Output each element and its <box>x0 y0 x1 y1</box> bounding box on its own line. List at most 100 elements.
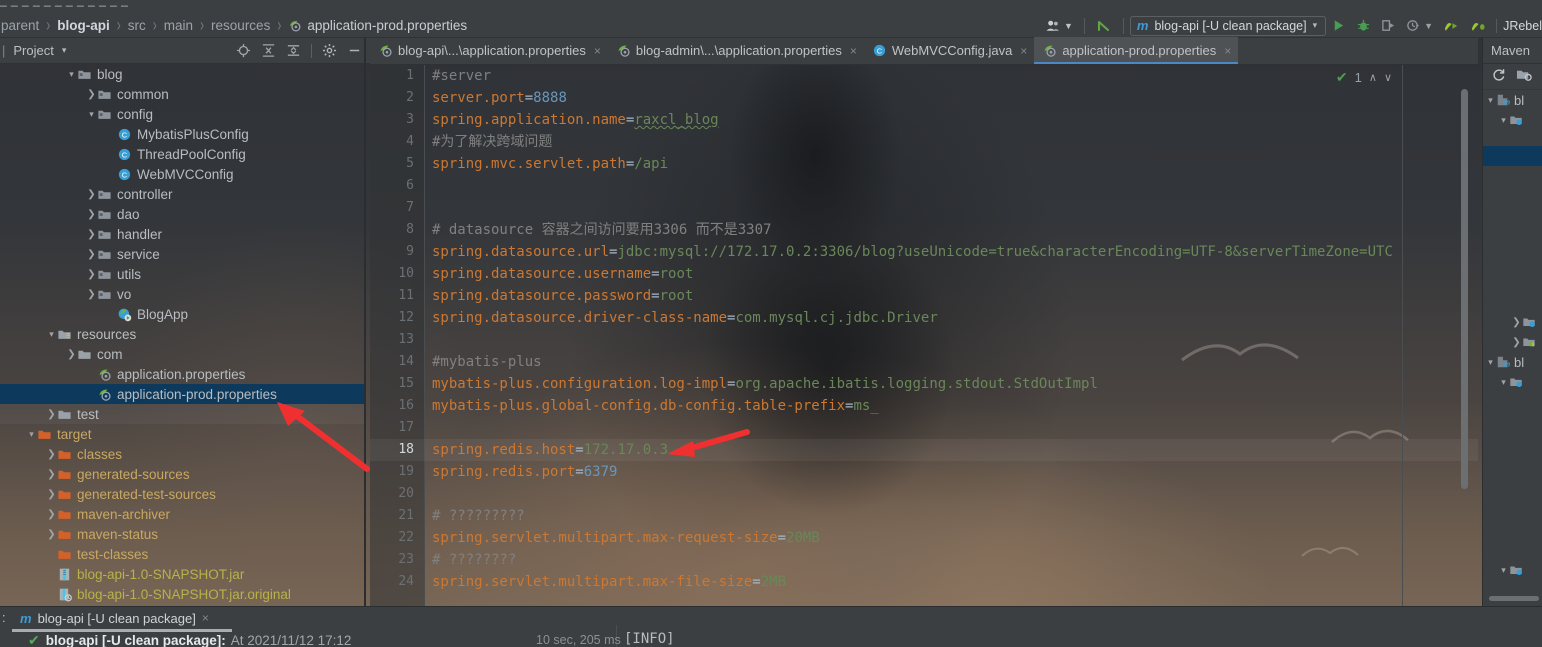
main-menubar[interactable]: _ _ _ _ _ _ _ _ _ _ _ _ <box>0 0 1542 13</box>
breadcrumb-item-main[interactable]: main <box>163 18 194 33</box>
project-tree-item-common[interactable]: ❯ common <box>0 84 364 104</box>
project-tree-item-webmvcconfig[interactable]: C WebMVCConfig <box>0 164 364 184</box>
close-icon[interactable]: × <box>202 611 209 625</box>
editor-line[interactable]: 14 #mybatis-plus <box>370 351 1478 373</box>
project-tree-item-vo[interactable]: ❯ vo <box>0 284 364 304</box>
project-tree-item-application-properties[interactable]: application.properties <box>0 364 364 384</box>
jrebel-debug-button[interactable] <box>1465 13 1492 38</box>
editor-line[interactable]: 13 <box>370 329 1478 351</box>
breadcrumb-item-file[interactable]: application-prod.properties <box>287 18 467 33</box>
project-tree-item-handler[interactable]: ❯ handler <box>0 224 364 244</box>
project-tree-item-service[interactable]: ❯ service <box>0 244 364 264</box>
project-tree-item-mybatisplusconfig[interactable]: C MybatisPlusConfig <box>0 124 364 144</box>
maven-tree-row[interactable]: ❯ <box>1483 312 1542 332</box>
project-tree-item-maven-status[interactable]: ❯ maven-status <box>0 524 364 544</box>
maven-tree-row[interactable]: ▾ <box>1483 110 1542 130</box>
maven-horizontal-scrollbar[interactable] <box>1489 596 1539 601</box>
jrebel-run-button[interactable] <box>1438 13 1465 38</box>
chevron-right-icon[interactable]: ❯ <box>86 229 97 240</box>
project-tree-item-generated-test-sources[interactable]: ❯ generated-test-sources <box>0 484 364 504</box>
profiler-button[interactable]: ▼ <box>1401 13 1438 38</box>
editor-line[interactable]: 12 spring.datasource.driver-class-name=co… <box>370 307 1478 329</box>
editor-line[interactable]: 16 mybatis-plus.global-config.db-config.t… <box>370 395 1478 417</box>
maven-tool-window[interactable]: Maven ▾ ▾ ▾ m bl ❯ ❯ ▾ ▾ m bl <box>1482 38 1542 608</box>
reload-projects-icon[interactable] <box>1491 67 1506 87</box>
chevron-right-icon[interactable]: ❯ <box>46 529 57 540</box>
hide-minus-icon[interactable] <box>347 43 362 58</box>
debug-button[interactable] <box>1351 13 1376 38</box>
close-icon[interactable]: × <box>850 44 857 58</box>
chevron-right-icon[interactable]: ❯ <box>46 469 57 480</box>
vcs-update-button[interactable] <box>1091 13 1117 38</box>
chevron-down-icon[interactable]: ▾ <box>46 329 57 340</box>
chevron-down-icon[interactable]: ▾ <box>1498 565 1509 576</box>
editor-line[interactable]: 8 # datasource 容器之间访问要用3306 而不是3307 <box>370 219 1478 241</box>
editor-line[interactable]: 18 spring.redis.host=172.17.0.3 <box>370 439 1478 461</box>
chevron-down-icon[interactable]: ▾ <box>62 45 67 56</box>
editor-line[interactable]: 7 <box>370 197 1478 219</box>
chevron-right-icon[interactable]: ❯ <box>86 249 97 260</box>
editor-line[interactable]: 24 spring.servlet.multipart.max-file-size… <box>370 571 1478 593</box>
editor-tab-application-prod-properties[interactable]: application-prod.properties × <box>1034 37 1239 64</box>
chevron-right-icon[interactable]: ❯ <box>86 89 97 100</box>
project-tree-item-threadpoolconfig[interactable]: C ThreadPoolConfig <box>0 144 364 164</box>
chevron-down-icon[interactable]: ▾ <box>1485 357 1496 368</box>
editor-line[interactable]: 4 #为了解决跨域问题 <box>370 131 1478 153</box>
chevron-down-icon[interactable]: ▾ <box>1498 115 1509 126</box>
editor-line[interactable]: 19 spring.redis.port=6379 <box>370 461 1478 483</box>
breadcrumb-item-parent[interactable]: parent <box>0 18 40 33</box>
close-icon[interactable]: × <box>1020 44 1027 58</box>
close-icon[interactable]: × <box>1224 44 1231 58</box>
editor-line[interactable]: 5 spring.mvc.servlet.path=/api <box>370 153 1478 175</box>
chevron-right-icon[interactable]: ❯ <box>46 489 57 500</box>
editor-scrollbar[interactable] <box>1461 89 1468 489</box>
project-tree[interactable]: ▾ blog ❯ common ▾ config C MybatisPlusConfig C Th… <box>0 64 364 604</box>
chevron-right-icon[interactable]: ❯ <box>66 349 77 360</box>
inspection-widget[interactable]: ✔ 1 ∧ ∨ <box>1336 69 1392 86</box>
project-tree-item-blog-api-1-0-snapshot-jar[interactable]: blog-api-1.0-SNAPSHOT.jar <box>0 564 364 584</box>
breadcrumb-item-blog-api[interactable]: blog-api <box>56 18 111 33</box>
project-tree-item-blog[interactable]: ▾ blog <box>0 64 364 84</box>
chevron-down-icon[interactable]: ▾ <box>1498 377 1509 388</box>
chevron-down-icon[interactable]: ▾ <box>26 429 37 440</box>
run-tool-tab[interactable]: m blog-api [-U clean package] × <box>20 607 209 629</box>
project-editor-splitter[interactable] <box>364 38 366 608</box>
editor-line[interactable]: 2 server.port=8888 <box>370 87 1478 109</box>
editor-line[interactable]: 17 <box>370 417 1478 439</box>
editor-line[interactable]: 9 spring.datasource.url=jdbc:mysql://172.… <box>370 241 1478 263</box>
chevron-down-icon[interactable]: ▾ <box>1485 95 1496 106</box>
project-tree-item-target[interactable]: ▾ target <box>0 424 364 444</box>
maven-panel-title[interactable]: Maven <box>1491 43 1530 58</box>
run-configuration-selector[interactable]: m blog-api [-U clean package] ▾ <box>1129 15 1327 36</box>
editor-line[interactable]: 1 #server <box>370 65 1478 87</box>
chevron-right-icon[interactable]: ❯ <box>1511 317 1522 328</box>
expand-all-icon[interactable] <box>261 43 276 58</box>
run-button[interactable] <box>1326 13 1351 38</box>
chevron-right-icon[interactable]: ❯ <box>46 509 57 520</box>
project-tree-item-test[interactable]: ❯ test <box>0 404 364 424</box>
breadcrumb-item-resources[interactable]: resources <box>210 18 271 33</box>
project-panel-title[interactable]: Project <box>13 43 53 58</box>
editor-code[interactable]: 1 #server 2 server.port=8888 3 spring.applica… <box>370 65 1478 608</box>
prev-highlight-icon[interactable]: ∧ <box>1369 71 1377 84</box>
editor-line[interactable]: 23 # ???????? <box>370 549 1478 571</box>
editor-tab-webmvcconfig-java[interactable]: C WebMVCConfig.java × <box>864 37 1034 64</box>
project-tree-item-controller[interactable]: ❯ controller <box>0 184 364 204</box>
chevron-right-icon[interactable]: ❯ <box>1511 337 1522 348</box>
editor-line[interactable]: 10 spring.datasource.username=root <box>370 263 1478 285</box>
vcs-group-button[interactable]: ▼ <box>1040 13 1078 38</box>
maven-tree-row[interactable]: ▾ <box>1483 372 1542 392</box>
settings-gear-icon[interactable] <box>322 43 337 58</box>
add-maven-project-icon[interactable] <box>1516 67 1532 87</box>
editor-line[interactable]: 20 <box>370 483 1478 505</box>
run-with-coverage-button[interactable] <box>1376 13 1401 38</box>
editor-line[interactable]: 15 mybatis-plus.configuration.log-impl=or… <box>370 373 1478 395</box>
editor-line[interactable]: 11 spring.datasource.password=root <box>370 285 1478 307</box>
project-tree-item-config[interactable]: ▾ config <box>0 104 364 124</box>
collapse-all-icon[interactable] <box>286 43 301 58</box>
chevron-right-icon[interactable]: ❯ <box>86 269 97 280</box>
editor-line[interactable]: 3 spring.application.name=raxcl_blog <box>370 109 1478 131</box>
editor-line[interactable]: 21 # ????????? <box>370 505 1478 527</box>
maven-tree-row[interactable]: ▾ m bl <box>1483 90 1542 110</box>
build-status-row[interactable]: ✔ blog-api [-U clean package]: At 2021/1… <box>0 632 1542 647</box>
